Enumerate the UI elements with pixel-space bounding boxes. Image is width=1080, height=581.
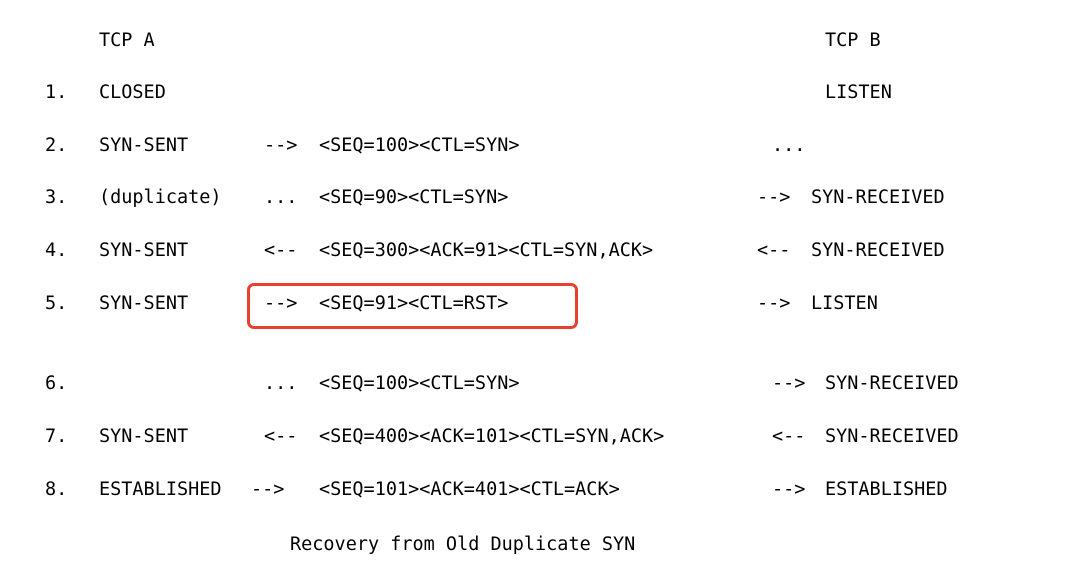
sequence-row: 7. SYN-SENT <-- <SEQ=400><ACK=101><CTL=S… bbox=[0, 422, 1080, 452]
diagram-caption: Recovery from Old Duplicate SYN bbox=[290, 534, 636, 555]
tcp-b-state: SYN-RECEIVED bbox=[825, 373, 959, 394]
tcp-a-state: SYN-SENT bbox=[99, 135, 189, 156]
sequence-row: 4. SYN-SENT <-- <SEQ=300><ACK=91><CTL=SY… bbox=[0, 236, 1080, 266]
tcp-b-state: ESTABLISHED bbox=[825, 479, 948, 500]
sequence-row: 8. ESTABLISHED --> <SEQ=101><ACK=401><CT… bbox=[0, 475, 1080, 505]
tcp-b-heading: TCP B bbox=[825, 30, 881, 51]
left-arrow: <-- bbox=[264, 240, 298, 261]
tcp-b-state: LISTEN bbox=[811, 293, 878, 314]
row-number: 5. bbox=[45, 293, 68, 314]
sequence-row: 6. ... <SEQ=100><CTL=SYN> --> SYN-RECEIV… bbox=[0, 369, 1080, 399]
sequence-row: 3. (duplicate) ... <SEQ=90><CTL=SYN> -->… bbox=[0, 183, 1080, 213]
right-arrow: --> bbox=[757, 293, 791, 314]
tcp-a-state: SYN-SENT bbox=[99, 240, 189, 261]
row-number: 8. bbox=[45, 479, 68, 500]
row-number: 4. bbox=[45, 240, 68, 261]
tcp-b-state: SYN-RECEIVED bbox=[811, 187, 945, 208]
tcp-a-state: ESTABLISHED bbox=[99, 479, 222, 500]
tcp-handshake-diagram: TCP A TCP B 1. CLOSED LISTEN 2. SYN-SENT… bbox=[0, 0, 1080, 581]
left-arrow: --> bbox=[251, 479, 285, 500]
right-arrow: --> bbox=[772, 373, 806, 394]
right-arrow: <-- bbox=[772, 426, 806, 447]
left-arrow: <-- bbox=[264, 426, 298, 447]
rst-highlight-box bbox=[247, 283, 578, 329]
segment-text: <SEQ=400><ACK=101><CTL=SYN,ACK> bbox=[319, 426, 665, 447]
segment-text: <SEQ=100><CTL=SYN> bbox=[319, 135, 520, 156]
left-arrow: ... bbox=[264, 187, 298, 208]
row-number: 7. bbox=[45, 426, 68, 447]
tcp-a-heading: TCP A bbox=[99, 30, 155, 51]
tcp-a-state: SYN-SENT bbox=[99, 293, 189, 314]
sequence-row: 2. SYN-SENT --> <SEQ=100><CTL=SYN> ... bbox=[0, 131, 1080, 161]
right-arrow: <-- bbox=[757, 240, 791, 261]
sequence-row: 1. CLOSED LISTEN bbox=[0, 78, 1080, 108]
tcp-b-state: LISTEN bbox=[825, 82, 892, 103]
right-arrow: ... bbox=[772, 135, 806, 156]
header-row: TCP A TCP B bbox=[0, 26, 1080, 56]
row-number: 2. bbox=[45, 135, 68, 156]
row-number: 1. bbox=[45, 82, 68, 103]
left-arrow: --> bbox=[264, 135, 298, 156]
caption-row: Recovery from Old Duplicate SYN bbox=[0, 530, 1080, 560]
row-number: 3. bbox=[45, 187, 68, 208]
tcp-a-state: (duplicate) bbox=[99, 187, 222, 208]
left-arrow: ... bbox=[264, 373, 298, 394]
segment-text: <SEQ=101><ACK=401><CTL=ACK> bbox=[319, 479, 620, 500]
right-arrow: --> bbox=[757, 187, 791, 208]
tcp-a-state: CLOSED bbox=[99, 82, 166, 103]
tcp-a-state: SYN-SENT bbox=[99, 426, 189, 447]
row-number: 6. bbox=[45, 373, 68, 394]
segment-text: <SEQ=90><CTL=SYN> bbox=[319, 187, 509, 208]
right-arrow: --> bbox=[772, 479, 806, 500]
tcp-b-state: SYN-RECEIVED bbox=[811, 240, 945, 261]
segment-text: <SEQ=100><CTL=SYN> bbox=[319, 373, 520, 394]
tcp-b-state: SYN-RECEIVED bbox=[825, 426, 959, 447]
segment-text: <SEQ=300><ACK=91><CTL=SYN,ACK> bbox=[319, 240, 654, 261]
